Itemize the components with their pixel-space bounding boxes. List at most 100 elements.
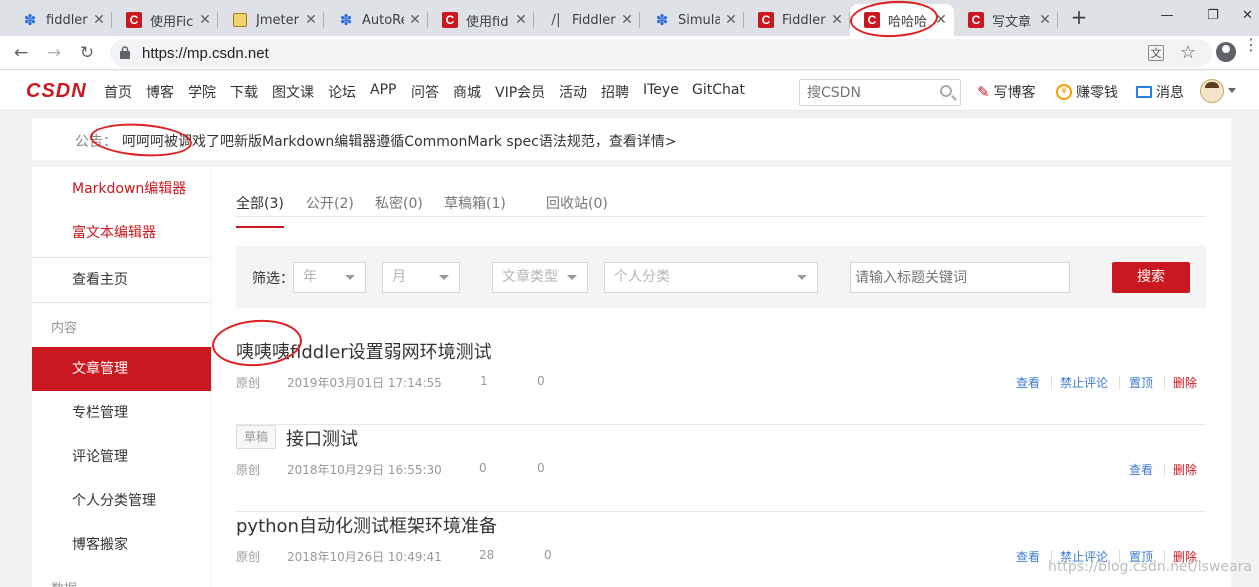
forward-button[interactable]: → bbox=[42, 41, 66, 65]
tab-private[interactable]: 私密(0) bbox=[375, 193, 423, 213]
coin-icon: ¥ bbox=[1056, 84, 1072, 100]
view-link[interactable]: 查看 bbox=[1129, 461, 1153, 478]
back-button[interactable]: ← bbox=[9, 41, 33, 65]
view-link[interactable]: 查看 bbox=[1016, 374, 1040, 391]
close-tab-icon[interactable]: ✕ bbox=[92, 12, 106, 28]
article-row: python自动化测试框架环境准备 原创 2018年10月26日 10:49:4… bbox=[236, 512, 1206, 587]
sidebar-item-markdown-editor[interactable]: Markdown编辑器 bbox=[32, 167, 211, 211]
csdn-logo[interactable]: CSDN bbox=[26, 80, 87, 103]
nav-link-jobs[interactable]: 招聘 bbox=[601, 82, 629, 102]
messages-button[interactable]: 消息 bbox=[1136, 82, 1184, 102]
nav-link-app[interactable]: APP bbox=[370, 82, 396, 98]
browser-tab[interactable]: C 使用Fic ✕ bbox=[112, 4, 218, 36]
browser-tab[interactable]: ✽ AutoRe ✕ bbox=[324, 4, 428, 36]
delete-link[interactable]: 删除 bbox=[1173, 374, 1197, 391]
tab-all[interactable]: 全部(3) bbox=[236, 193, 284, 228]
sidebar-item-comment-management[interactable]: 评论管理 bbox=[32, 435, 211, 479]
nav-link-gitchat[interactable]: GitChat bbox=[692, 82, 745, 98]
browser-tab-strip: ✽ fiddler ✕ C 使用Fic ✕ Jmeter ✕ ✽ AutoRe … bbox=[0, 0, 1259, 36]
tab-recycle-bin[interactable]: 回收站(0) bbox=[546, 193, 608, 213]
sidebar-item-blog-migration[interactable]: 博客搬家 bbox=[32, 523, 211, 567]
translate-icon[interactable]: 文 bbox=[1148, 45, 1164, 61]
article-title[interactable]: python自动化测试框架环境准备 bbox=[236, 512, 497, 538]
tab-title: 写文章 bbox=[992, 14, 1032, 30]
browser-tab[interactable]: ∕| Fiddler ✕ bbox=[534, 4, 640, 36]
draft-badge: 草稿 bbox=[236, 425, 277, 449]
close-window-button[interactable]: ✕ bbox=[1236, 0, 1259, 30]
close-tab-icon[interactable]: ✕ bbox=[198, 12, 212, 28]
close-tab-icon[interactable]: ✕ bbox=[724, 12, 738, 28]
sidebar-item-view-home[interactable]: 查看主页 bbox=[32, 258, 211, 302]
tab-title: Simulat bbox=[678, 12, 720, 28]
close-tab-icon[interactable]: ✕ bbox=[620, 12, 634, 28]
browser-tab[interactable]: Jmeter ✕ bbox=[218, 4, 324, 36]
nav-link-events[interactable]: 活动 bbox=[559, 82, 587, 102]
sidebar-group-content: 内容 bbox=[51, 321, 78, 336]
month-select-value: 月 bbox=[392, 269, 406, 285]
close-tab-icon[interactable]: ✕ bbox=[408, 12, 422, 28]
nav-link-academy[interactable]: 学院 bbox=[188, 82, 216, 102]
mail-icon bbox=[1136, 86, 1152, 98]
view-link[interactable]: 查看 bbox=[1016, 548, 1040, 565]
earn-money-label: 赚零钱 bbox=[1076, 85, 1118, 101]
category-select-value: 个人分类 bbox=[614, 269, 670, 285]
category-select[interactable]: 个人分类 bbox=[604, 262, 818, 293]
close-tab-icon[interactable]: ✕ bbox=[830, 12, 844, 28]
nav-link-mall[interactable]: 商城 bbox=[453, 82, 481, 102]
chevron-down-icon bbox=[567, 275, 577, 280]
close-tab-icon[interactable]: ✕ bbox=[304, 12, 318, 28]
reload-button[interactable]: ↻ bbox=[75, 41, 99, 65]
close-tab-icon[interactable]: ✕ bbox=[1038, 12, 1052, 28]
search-icon[interactable] bbox=[940, 85, 952, 97]
article-title[interactable]: 接口测试 bbox=[286, 425, 358, 451]
tab-title: Fiddler bbox=[572, 12, 616, 28]
browser-tab[interactable]: ✽ Simulat ✕ bbox=[640, 4, 744, 36]
minimize-button[interactable]: — bbox=[1144, 0, 1190, 30]
nav-link-download[interactable]: 下载 bbox=[230, 82, 258, 102]
sidebar-item-column-management[interactable]: 专栏管理 bbox=[32, 391, 211, 435]
avatar[interactable] bbox=[1200, 79, 1224, 103]
chevron-down-icon[interactable] bbox=[1228, 88, 1236, 93]
browser-tab[interactable]: C 写文章 ✕ bbox=[954, 4, 1058, 36]
fiddler-icon: ∕| bbox=[551, 12, 561, 28]
earn-money-button[interactable]: ¥ 赚零钱 bbox=[1056, 82, 1118, 102]
search-button[interactable]: 搜索 bbox=[1112, 262, 1190, 293]
sidebar-item-article-management[interactable]: 文章管理 bbox=[32, 347, 211, 391]
write-blog-button[interactable]: ✎ 写博客 bbox=[977, 82, 1036, 102]
nav-link-home[interactable]: 首页 bbox=[104, 82, 132, 102]
browser-tab[interactable]: C 使用fid ✕ bbox=[428, 4, 534, 36]
maximize-button[interactable]: ❐ bbox=[1190, 0, 1236, 30]
disable-comments-link[interactable]: 禁止评论 bbox=[1060, 374, 1108, 391]
year-select[interactable]: 年 bbox=[293, 262, 366, 293]
announcement-link[interactable]: 呵呵呵被调戏了吧新版Markdown编辑器遵循CommonMark spec语法… bbox=[122, 131, 677, 151]
sidebar-item-rich-text-editor[interactable]: 富文本编辑器 bbox=[32, 211, 211, 255]
keyword-input[interactable] bbox=[851, 263, 1069, 292]
nav-link-forum[interactable]: 论坛 bbox=[328, 82, 356, 102]
tab-drafts[interactable]: 草稿箱(1) bbox=[444, 193, 506, 213]
nav-link-qa[interactable]: 问答 bbox=[411, 82, 439, 102]
browser-menu-icon[interactable]: ⋮ bbox=[1243, 37, 1259, 62]
bookmark-star-icon[interactable]: ☆ bbox=[1180, 42, 1196, 63]
nav-link-courses[interactable]: 图文课 bbox=[272, 82, 314, 102]
browser-tab[interactable]: C Fiddler ✕ bbox=[744, 4, 850, 36]
article-type: 原创 bbox=[236, 550, 261, 564]
new-tab-button[interactable]: + bbox=[1068, 6, 1090, 28]
delete-link[interactable]: 删除 bbox=[1173, 461, 1197, 478]
address-bar[interactable]: https://mp.csdn.net 文 ☆ bbox=[110, 39, 1212, 67]
article-type-select-value: 文章类型 bbox=[502, 269, 558, 285]
article-type-select[interactable]: 文章类型 bbox=[492, 262, 588, 293]
article-views: 1 bbox=[480, 374, 488, 388]
browser-tab[interactable]: ✽ fiddler ✕ bbox=[8, 4, 112, 36]
pin-top-link[interactable]: 置顶 bbox=[1129, 374, 1153, 391]
month-select[interactable]: 月 bbox=[382, 262, 460, 293]
close-tab-icon[interactable]: ✕ bbox=[514, 12, 528, 28]
article-management-panel: 全部(3) 公开(2) 私密(0) 草稿箱(1) 回收站(0) 筛选： 年 月 … bbox=[212, 167, 1231, 587]
nav-link-vip[interactable]: VIP会员 bbox=[495, 82, 545, 102]
sidebar-item-category-management[interactable]: 个人分类管理 bbox=[32, 479, 211, 523]
article-row: 草稿 接口测试 原创 2018年10月29日 16:55:30 0 0 查看 删… bbox=[236, 425, 1206, 512]
site-search-input[interactable] bbox=[800, 80, 930, 105]
nav-link-blog[interactable]: 博客 bbox=[146, 82, 174, 102]
tab-public[interactable]: 公开(2) bbox=[306, 193, 354, 213]
nav-link-iteye[interactable]: ITeye bbox=[643, 82, 679, 98]
profile-icon[interactable] bbox=[1216, 42, 1236, 62]
